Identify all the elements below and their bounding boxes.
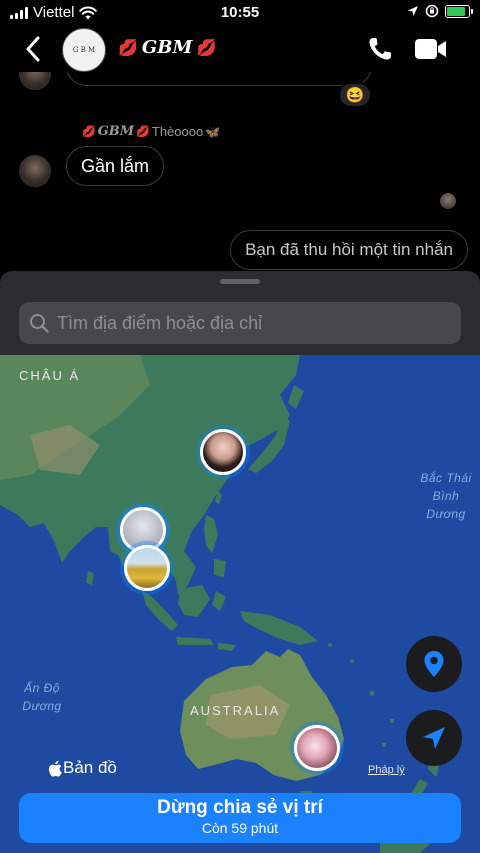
stop-sharing-title: Dừng chia sẻ vị trí bbox=[157, 797, 323, 818]
stop-sharing-location-button[interactable]: Dừng chia sẻ vị trí Còn 59 phút bbox=[19, 793, 461, 843]
user-avatar bbox=[200, 429, 246, 475]
pin-location-button[interactable] bbox=[406, 636, 462, 692]
back-button[interactable] bbox=[20, 34, 48, 64]
location-sharing-sheet: Tìm địa điểm hoặc địa chỉ CHÂU Á AUSTRAL… bbox=[0, 271, 480, 853]
kiss-mark-icon: 💋 bbox=[136, 126, 150, 138]
search-placeholder: Tìm địa điểm hoặc địa chỉ bbox=[57, 312, 263, 333]
current-location-button[interactable] bbox=[406, 710, 462, 766]
legal-link[interactable]: Pháp lý bbox=[368, 764, 405, 776]
group-avatar[interactable]: G B M bbox=[62, 28, 106, 72]
unsent-message-bubble[interactable]: Bạn đã thu hồi một tin nhắn bbox=[230, 230, 468, 270]
chat-messages[interactable]: 😆 💋 GBM 💋 Thèoooo 🦋 Gần lắm Bạn đã thu h… bbox=[0, 72, 480, 272]
map-label-australia: AUSTRALIA bbox=[190, 703, 281, 718]
kiss-mark-icon: 💋 bbox=[118, 38, 138, 57]
user-avatar bbox=[294, 725, 340, 771]
sender-avatar[interactable] bbox=[19, 72, 51, 90]
map-label-pacific-ocean: Bắc Thái Bình Dương bbox=[420, 471, 472, 521]
reaction-badge[interactable]: 😆 bbox=[338, 82, 372, 108]
laughing-emoji-icon: 😆 bbox=[345, 87, 365, 104]
apple-logo-icon bbox=[48, 760, 62, 777]
map-view[interactable]: CHÂU Á AUSTRALIA Bắc Thái Bình Dương Ấn … bbox=[0, 355, 480, 853]
status-right bbox=[407, 4, 473, 18]
location-arrow-icon bbox=[423, 727, 445, 749]
apple-maps-logo: Bản đồ bbox=[48, 758, 117, 778]
unsent-message-text: Bạn đã thu hồi một tin nhắn bbox=[245, 240, 453, 259]
chat-title[interactable]: 💋 GBM 💋 bbox=[118, 37, 216, 58]
sheet-grabber[interactable] bbox=[220, 279, 260, 284]
orientation-lock-icon bbox=[425, 4, 439, 18]
kiss-mark-icon: 💋 bbox=[196, 38, 217, 57]
location-search-input[interactable]: Tìm địa điểm hoặc địa chỉ bbox=[19, 302, 461, 344]
user-location-pin[interactable] bbox=[290, 721, 344, 775]
maps-brand-text: Bản đồ bbox=[63, 758, 117, 777]
map-landmass bbox=[0, 355, 440, 853]
video-call-button[interactable] bbox=[414, 37, 448, 61]
message-bubble[interactable]: Gần lắm bbox=[66, 146, 165, 186]
sender-group-name: GBM bbox=[97, 124, 135, 139]
battery-icon bbox=[445, 4, 473, 18]
status-bar: Viettel 10:55 bbox=[0, 0, 480, 26]
read-receipt-avatar bbox=[440, 193, 456, 209]
battery-level bbox=[447, 6, 465, 16]
audio-call-button[interactable] bbox=[366, 35, 394, 63]
sender-label: 💋 GBM 💋 Thèoooo 🦋 bbox=[82, 124, 220, 139]
sender-nickname: Thèoooo bbox=[151, 124, 204, 139]
location-arrow-icon bbox=[408, 6, 418, 16]
message-bubble-partial[interactable] bbox=[66, 72, 372, 86]
chat-title-text: GBM bbox=[141, 37, 193, 58]
remaining-time-text: Còn 59 phút bbox=[201, 820, 279, 836]
map-label-indian-ocean: Ấn Độ Dương bbox=[22, 681, 62, 713]
user-avatar bbox=[124, 545, 170, 591]
group-avatar-text: G B M bbox=[72, 46, 96, 54]
map-label-asia: CHÂU Á bbox=[19, 368, 81, 383]
message-text: Gần lắm bbox=[81, 155, 150, 176]
map-pin-icon bbox=[424, 651, 444, 677]
sender-avatar[interactable] bbox=[19, 155, 51, 187]
chat-header: G B M 💋 GBM 💋 bbox=[0, 26, 480, 72]
kiss-mark-icon: 💋 bbox=[82, 126, 96, 138]
search-icon bbox=[30, 314, 49, 333]
butterfly-icon: 🦋 bbox=[205, 124, 221, 139]
user-location-pin[interactable] bbox=[120, 541, 174, 595]
user-location-pin[interactable] bbox=[196, 425, 250, 479]
